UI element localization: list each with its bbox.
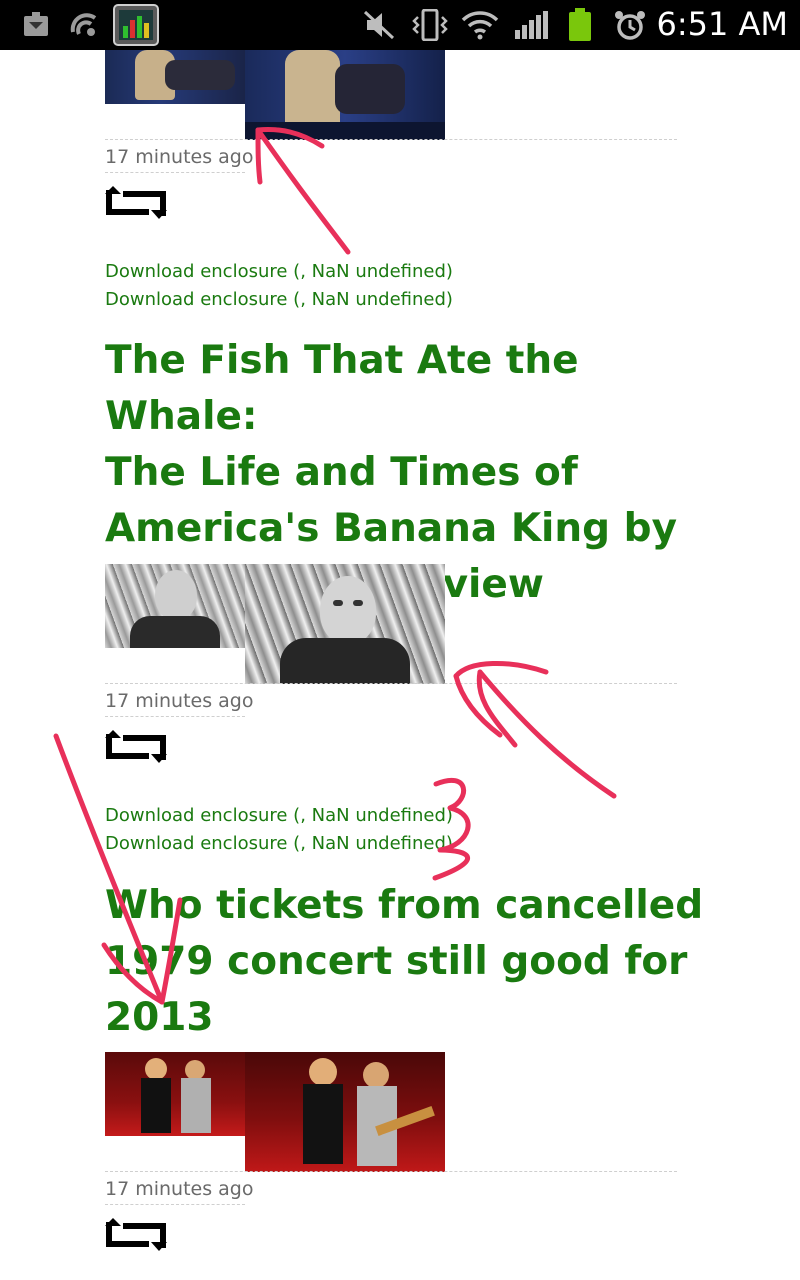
- article-thumbnail-small[interactable]: [105, 564, 245, 648]
- retweet-icon[interactable]: [105, 186, 167, 220]
- divider: [105, 139, 677, 140]
- title-line: The Life and Times of: [105, 450, 578, 495]
- article-thumbnail[interactable]: [245, 564, 445, 684]
- divider: [105, 1171, 677, 1172]
- article-thumbnail-small[interactable]: [105, 1052, 245, 1136]
- article-thumbnail-small[interactable]: [105, 50, 245, 104]
- title-line: 2013: [105, 995, 214, 1040]
- divider: [105, 172, 245, 173]
- divider: [105, 716, 245, 717]
- time-ago: 17 minutes ago: [105, 1178, 254, 1200]
- time-ago: 17 minutes ago: [105, 690, 254, 712]
- divider: [105, 1204, 245, 1205]
- retweet-icon[interactable]: [105, 730, 167, 764]
- time-ago: 17 minutes ago: [105, 146, 254, 168]
- article-thumbnail[interactable]: [245, 1052, 445, 1172]
- download-enclosure-link[interactable]: Download enclosure (, NaN undefined): [105, 261, 453, 282]
- divider: [105, 683, 677, 684]
- article-thumbnail[interactable]: [245, 50, 445, 140]
- title-line: Who tickets from cancelled: [105, 883, 704, 928]
- download-enclosure-link[interactable]: Download enclosure (, NaN undefined): [105, 833, 453, 854]
- title-line: America's Banana King by: [105, 506, 678, 551]
- retweet-icon[interactable]: [105, 1218, 167, 1252]
- download-enclosure-link[interactable]: Download enclosure (, NaN undefined): [105, 289, 453, 310]
- title-line: 1979 concert still good for: [105, 939, 688, 984]
- title-line: The Fish That Ate the Whale:: [105, 338, 579, 439]
- download-enclosure-link[interactable]: Download enclosure (, NaN undefined): [105, 805, 453, 826]
- article-title-link[interactable]: Who tickets from cancelled 1979 concert …: [105, 878, 705, 1046]
- feed-list: 17 minutes ago Download enclosure (, NaN…: [0, 0, 800, 1280]
